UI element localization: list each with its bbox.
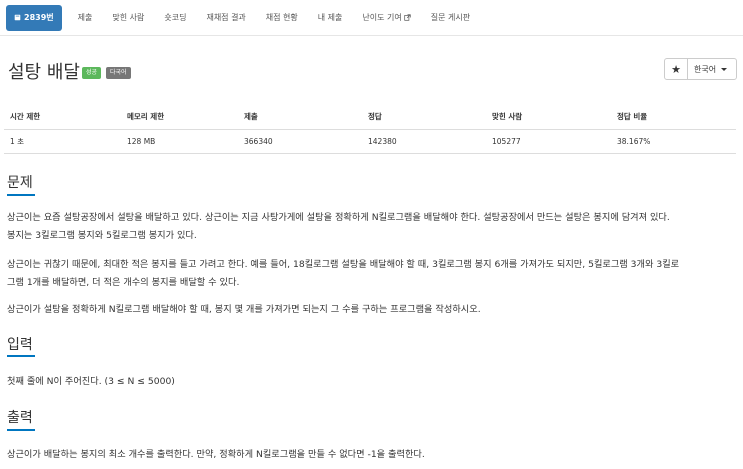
nav-rejudge-results[interactable]: 재채점 결과 <box>196 5 255 31</box>
problem-p1-line1: 상근이는 요즘 설탕공장에서 설탕을 배달하고 있다. 상근이는 지금 사탕가게… <box>7 212 670 223</box>
nav-my-submissions[interactable]: 내 제출 <box>308 5 353 31</box>
value-memory-limit: 128 MB <box>121 129 238 154</box>
table-row: 1 초 128 MB 366340 142380 105277 38.167% <box>4 129 736 154</box>
nav-problem-number-label: 2839번 <box>24 12 54 22</box>
value-submissions: 366340 <box>238 129 362 154</box>
nav-short-coding[interactable]: 숏코딩 <box>154 5 196 31</box>
nav-solved-users[interactable]: 맞힌 사람 <box>102 5 154 31</box>
header-time-limit: 시간 제한 <box>4 105 121 130</box>
problem-description-p3: 상근이가 설탕을 정확하게 N킬로그램 배달해야 할 때, 봉지 몇 개를 가져… <box>7 304 481 315</box>
problem-heading-underline <box>7 194 35 196</box>
nav-judge-status[interactable]: 채점 현황 <box>256 5 308 31</box>
value-accept-ratio: 38.167% <box>611 129 736 154</box>
language-select-value: 한국어 <box>694 64 717 74</box>
header-accepted: 정답 <box>362 105 486 130</box>
header-submissions: 제출 <box>238 105 362 130</box>
output-description: 상근이가 배달하는 봉지의 최소 개수를 출력한다. 만약, 정확하게 N킬로그… <box>7 449 425 460</box>
problem-title: 설탕 배달 <box>8 62 80 83</box>
problem-description-p2: 상근이는 귀찮기 때문에, 최대한 적은 봉지를 들고 가려고 한다. 예를 들… <box>7 256 737 292</box>
favorite-star-button[interactable]: ★ <box>664 58 688 80</box>
multilang-badge: 다국어 <box>106 67 131 79</box>
nav-question-board[interactable]: 질문 게시판 <box>421 5 480 31</box>
input-description: 첫째 줄에 N이 주어진다. (3 ≤ N ≤ 5000) <box>7 376 175 387</box>
problem-p1-line2: 봉지는 3킬로그램 봉지와 5킬로그램 봉지가 있다. <box>7 230 197 241</box>
success-badge: 성공 <box>82 67 102 79</box>
chevron-down-icon <box>721 67 728 71</box>
external-link-icon <box>404 13 411 21</box>
input-heading: 입력 <box>7 337 33 353</box>
nav-difficulty-contribution[interactable]: 난이도 기여 <box>352 5 420 31</box>
value-solved-users: 105277 <box>486 129 611 154</box>
header-memory-limit: 메모리 제한 <box>121 105 238 130</box>
problem-p2-line1: 상근이는 귀찮기 때문에, 최대한 적은 봉지를 들고 가려고 한다. 예를 들… <box>7 259 680 270</box>
nav-difficulty-label: 난이도 기여 <box>362 12 402 22</box>
header-solved-users: 맞힌 사람 <box>486 105 611 130</box>
header-accept-ratio: 정답 비율 <box>611 105 736 130</box>
value-time-limit: 1 초 <box>4 129 121 154</box>
value-accepted: 142380 <box>362 129 486 154</box>
problem-heading: 문제 <box>7 175 33 191</box>
table-header-row: 시간 제한 메모리 제한 제출 정답 맞힌 사람 정답 비율 <box>4 105 736 130</box>
output-heading-underline <box>7 429 35 431</box>
input-heading-underline <box>7 355 35 357</box>
problem-p2-line2: 그램 1개를 배달하면, 더 적은 개수의 봉지를 배달할 수 있다. <box>7 277 240 288</box>
language-select[interactable]: 한국어 <box>687 58 737 80</box>
problem-info-table: 시간 제한 메모리 제한 제출 정답 맞힌 사람 정답 비율 1 초 128 M… <box>4 105 736 154</box>
problem-nav: 2839번 제출 맞힌 사람 숏코딩 재채점 결과 채점 현황 내 제출 난이도… <box>0 0 743 36</box>
star-icon: ★ <box>671 62 681 76</box>
problem-description-p1: 상근이는 요즘 설탕공장에서 설탕을 배달하고 있다. 상근이는 지금 사탕가게… <box>7 209 737 245</box>
nav-problem-number[interactable]: 2839번 <box>6 4 62 31</box>
output-heading: 출력 <box>7 410 33 426</box>
nav-submit[interactable]: 제출 <box>68 5 103 31</box>
book-icon <box>14 14 21 21</box>
